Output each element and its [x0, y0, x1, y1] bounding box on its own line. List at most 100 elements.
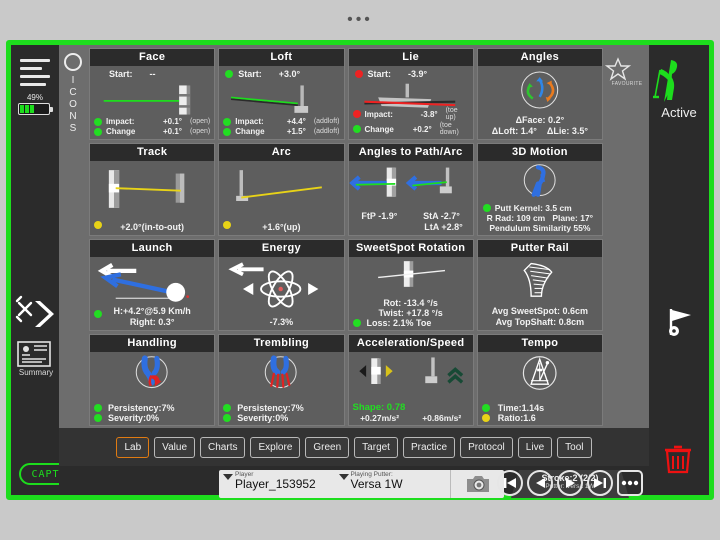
status-dot-green — [94, 404, 102, 412]
transport-controls — [497, 470, 643, 496]
putter-selector[interactable]: Playing Putter: Versa 1W — [335, 470, 451, 498]
panel-acceleration-speed[interactable]: Acceleration/Speed Shape: 0.78 +0.27m/s²… — [347, 333, 474, 426]
plane-value: Plane: 17° — [552, 212, 594, 223]
face-change-value: +0.1° — [163, 127, 182, 137]
panel-angles-to-path[interactable]: Angles to Path/Arc FtP -1.9° StA -2.7° L… — [347, 143, 474, 236]
active-player-button[interactable]: Active — [649, 45, 709, 120]
angles-dloft: ΔLoft: 1.4° — [491, 126, 537, 137]
tab-green[interactable]: Green — [305, 436, 350, 458]
menu-icon[interactable] — [20, 59, 50, 91]
loft-change-note: (addloft) — [313, 128, 340, 136]
skip-last-button[interactable] — [587, 470, 613, 496]
loft-impact-note: (addloft) — [313, 118, 340, 126]
more-options-button[interactable] — [617, 470, 643, 496]
face-graphic — [103, 85, 191, 115]
skip-first-button[interactable] — [497, 470, 523, 496]
status-dot-green — [223, 414, 232, 422]
footer-bar: Player Player_153952 Playing Putter: Ver… — [59, 466, 649, 498]
status-dot-red — [354, 70, 363, 78]
delete-button[interactable] — [663, 443, 693, 475]
battery-icon — [18, 103, 53, 115]
panel-lie[interactable]: Lie Start: -3.9° Impact: -3.8° (toe up) … — [347, 48, 474, 141]
rot-value: Rot: -13.4 °/s — [383, 297, 438, 308]
panel-title: Tempo — [477, 334, 602, 352]
panel-angles[interactable]: Angles ΔFace: 0.2° ΔLoft: 1.4° ΔLie: 3.5… — [476, 48, 603, 141]
selection-bar: Player Player_153952 Playing Putter: Ver… — [219, 470, 504, 498]
sweetspot-graphic — [377, 260, 445, 287]
favourite-label: FAVOURITE — [611, 81, 643, 87]
face-impact-label: Impact: — [106, 117, 135, 127]
player-selector[interactable]: Player Player_153952 — [219, 470, 335, 498]
trembling-persistency: Persistency:7% — [237, 403, 304, 413]
panel-tempo[interactable]: Tempo Time:1.14s Ratio:1.6 — [476, 333, 603, 426]
lie-change-label: Change — [364, 124, 394, 134]
summary-icon[interactable]: Summary — [17, 341, 55, 377]
angles-graphic — [520, 71, 558, 109]
panel-arc[interactable]: Arc +1.6°(up) — [218, 143, 345, 236]
metrics-grid: Face Start: -- Impact: +0.1° (open) Chan… — [87, 45, 605, 428]
arc-graphic — [236, 170, 323, 202]
tools-icon[interactable] — [15, 295, 57, 333]
flag-settings-icon[interactable] — [663, 307, 695, 337]
panel-launch[interactable]: Launch H:+4.2°@5.9 Km/h Right: 0.3° — [89, 238, 216, 331]
panel-trembling[interactable]: Trembling Persistency:7% Severity:0% — [218, 333, 345, 426]
lie-start-label: Start: — [367, 69, 392, 79]
panel-title: SweetSpot Rotation — [348, 239, 473, 257]
bezel-bottom — [0, 500, 720, 540]
panel-loft[interactable]: Loft Start: +3.0° Impact: +4.4° (addloft… — [218, 48, 345, 141]
panel-putter-rail[interactable]: Putter Rail Avg SweetSpot: 0.6cm Avg Top… — [476, 238, 603, 331]
tab-protocol[interactable]: Protocol — [460, 436, 513, 458]
launch-line1: H:+4.2°@5.9 Km/h — [113, 305, 191, 316]
tablet-screen: ••• 49% Summary CAPTO I C O N S Face Sta… — [0, 0, 720, 540]
camera-button[interactable] — [450, 470, 504, 498]
panel-energy[interactable]: Energy -7.3% — [218, 238, 345, 331]
avg-topshaft-value: Avg TopShaft: 0.8cm — [495, 316, 585, 327]
more-icon — [621, 480, 639, 486]
favourite-rail: FAVOURITE — [605, 45, 649, 428]
loft-graphic — [231, 85, 309, 113]
panel-face[interactable]: Face Start: -- Impact: +0.1° (open) Chan… — [89, 48, 216, 141]
active-label: Active — [661, 105, 697, 120]
tab-lab[interactable]: Lab — [116, 436, 150, 458]
status-dots: ••• — [347, 11, 373, 28]
previous-button[interactable] — [527, 470, 553, 496]
play-button[interactable] — [557, 470, 583, 496]
panel-title: Track — [90, 144, 215, 162]
accel-right-value: +0.86m/s² — [422, 413, 462, 423]
panel-title: Launch — [90, 239, 215, 257]
tab-practice[interactable]: Practice — [402, 436, 456, 458]
panel-title: Handling — [90, 334, 215, 352]
trembling-graphic — [265, 355, 297, 388]
app-window: 49% Summary CAPTO I C O N S Face Start: … — [6, 40, 714, 500]
favourite-button[interactable]: FAVOURITE — [605, 45, 649, 87]
loft-change-label: Change — [235, 127, 265, 137]
angles-path-graphic — [348, 167, 452, 197]
status-dot-green — [94, 127, 102, 136]
panel-handling[interactable]: Handling Persistency:7% Severity:0% — [89, 333, 216, 426]
tab-explore[interactable]: Explore — [250, 436, 301, 458]
status-dot-green — [225, 70, 234, 78]
right-rail: Active — [649, 45, 709, 495]
track-value: +2.0°(in-to-out) — [120, 221, 185, 232]
tab-target[interactable]: Target — [354, 436, 398, 458]
status-dot-green — [481, 404, 490, 412]
tab-live[interactable]: Live — [517, 436, 553, 458]
status-dot-green — [352, 125, 361, 134]
tab-charts[interactable]: Charts — [200, 436, 246, 458]
handling-persistency: Persistency:7% — [108, 403, 175, 413]
tab-value[interactable]: Value — [154, 436, 196, 458]
left-rail: 49% Summary CAPTO — [11, 45, 79, 495]
icons-strip[interactable]: ICONS — [59, 45, 87, 428]
panel-title: Angles — [477, 49, 602, 66]
player-value: Player_153952 — [235, 477, 316, 491]
panel-3d-motion[interactable]: 3D Motion Putt Kernel: 3.5 cm R Rad: 109… — [476, 143, 603, 236]
panel-title: Trembling — [219, 334, 344, 352]
panel-sweetspot-rotation[interactable]: SweetSpot Rotation Rot: -13.4 °/s Twist:… — [347, 238, 474, 331]
face-start-value: -- — [149, 69, 156, 79]
panel-title: 3D Motion — [477, 144, 602, 162]
status-dot-green — [94, 117, 102, 126]
status-dot-green — [94, 414, 102, 422]
panel-track[interactable]: Track +2.0°(in-to-out) — [89, 143, 216, 236]
tab-tool[interactable]: Tool — [557, 436, 592, 458]
face-impact-note: (open) — [190, 118, 211, 126]
